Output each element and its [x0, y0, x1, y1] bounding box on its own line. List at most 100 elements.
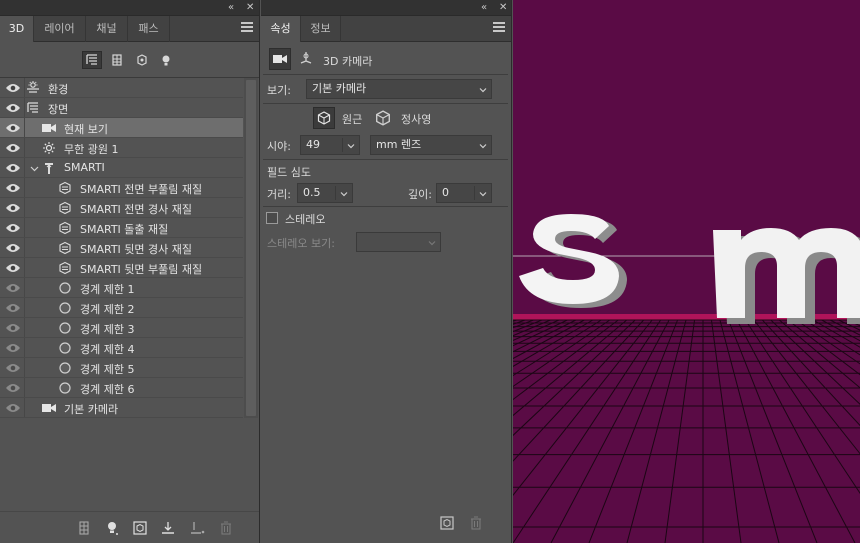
3d-scene-tree: 환경 장면현재 보기무한 광원 1 SMARTI SMARTI 전면 부풀림 재질 SM…: [0, 78, 243, 418]
tab-properties[interactable]: 속성: [261, 16, 301, 42]
scene-tree-row[interactable]: 경계 제한 2: [0, 298, 243, 318]
3d-viewport[interactable]: [513, 0, 860, 543]
scene-tree-row[interactable]: 경계 제한 4: [0, 338, 243, 358]
props-delete-button[interactable]: [468, 515, 484, 531]
scene-icon: [26, 101, 40, 115]
stereo-view-dropdown[interactable]: [356, 232, 441, 252]
visibility-eye-icon[interactable]: [5, 182, 21, 194]
visibility-eye-icon[interactable]: [5, 322, 21, 334]
scene-filter-icon: [86, 54, 97, 65]
render-scene-button[interactable]: [439, 515, 455, 531]
panel-menu-icon[interactable]: [241, 22, 253, 34]
visibility-eye-icon[interactable]: [5, 202, 21, 214]
distance-field[interactable]: 0.5: [297, 183, 353, 203]
visibility-eye-icon[interactable]: [5, 82, 21, 94]
ground-object-button[interactable]: [160, 520, 176, 536]
scene-tree-row[interactable]: SMARTI: [0, 158, 243, 178]
visibility-eye-icon[interactable]: [5, 402, 21, 414]
visibility-eye-icon[interactable]: [5, 282, 21, 294]
filter-materials-button[interactable]: [132, 51, 152, 69]
visibility-eye-icon[interactable]: [5, 122, 21, 134]
boundary-icon: [58, 321, 72, 335]
viewport-canvas: [513, 0, 860, 543]
new-mesh-button[interactable]: [190, 520, 206, 536]
close-icon[interactable]: ✕: [246, 1, 254, 15]
lens-unit-dropdown[interactable]: mm 렌즈: [370, 135, 492, 155]
filter-lights-button[interactable]: [156, 51, 176, 69]
scene-tree-row[interactable]: 경계 제한 5: [0, 358, 243, 378]
scene-tree-row[interactable]: 경계 제한 1: [0, 278, 243, 298]
fov-field[interactable]: 49: [300, 135, 360, 155]
3d-panel: « ✕ 3D 레이어 채널 패스 환경 장면 현재 보기 무한 광원 1 SMARTI S…: [0, 0, 260, 543]
visibility-eye-icon[interactable]: [5, 302, 21, 314]
tab-layers[interactable]: 레이어: [34, 16, 86, 42]
scene-tree-row[interactable]: SMARTI 전면 부풀림 재질: [0, 178, 243, 198]
visibility-eye-icon[interactable]: [5, 342, 21, 354]
scene-tree-row[interactable]: SMARTI 뒷면 경사 재질: [0, 238, 243, 258]
divider: [263, 103, 508, 104]
close-icon[interactable]: ✕: [499, 1, 507, 15]
orthographic-button[interactable]: [375, 110, 391, 129]
scene-tree-row[interactable]: 기본 카메라: [0, 398, 243, 418]
row-separator: [24, 378, 25, 397]
visibility-eye-icon[interactable]: [5, 262, 21, 274]
add-camera-view-button[interactable]: [132, 520, 148, 536]
delete-button[interactable]: [218, 520, 234, 536]
scene-tree-label: 무한 광원 1: [64, 143, 119, 156]
scene-tree-label: 경계 제한 6: [80, 383, 135, 396]
tab-paths[interactable]: 패스: [128, 16, 170, 42]
chevron-down-icon: [479, 144, 487, 149]
depth-label: 깊이:: [408, 188, 432, 201]
tab-info[interactable]: 정보: [301, 16, 341, 42]
infinite-light-icon: [42, 141, 56, 155]
expand-chevron-icon[interactable]: [30, 163, 40, 173]
row-separator: [24, 138, 25, 157]
scene-tree-row[interactable]: SMARTI 전면 경사 재질: [0, 198, 243, 218]
material-icon: [58, 261, 72, 275]
row-separator: [24, 238, 25, 257]
depth-field[interactable]: 0: [436, 183, 492, 203]
visibility-eye-icon[interactable]: [5, 362, 21, 374]
view-dropdown[interactable]: 기본 카메라: [306, 79, 492, 99]
visibility-eye-icon[interactable]: [5, 102, 21, 114]
tab-channels[interactable]: 채널: [86, 16, 128, 42]
tab-3d[interactable]: 3D: [0, 16, 34, 42]
stereo-checkbox[interactable]: [266, 212, 278, 224]
visibility-eye-icon[interactable]: [5, 142, 21, 154]
scene-tree-label: 현재 보기: [64, 123, 108, 136]
video-camera-icon: [273, 55, 287, 63]
camera-tab-button[interactable]: [269, 48, 291, 70]
filter-whole-scene-button[interactable]: [82, 51, 102, 69]
scene-tree-row[interactable]: SMARTI 뒷면 부풀림 재질: [0, 258, 243, 278]
scene-tree-row[interactable]: 환경: [0, 78, 243, 98]
perspective-button[interactable]: [313, 107, 335, 129]
view-dropdown-value: 기본 카메라: [312, 82, 367, 95]
panel-menu-icon[interactable]: [493, 22, 505, 34]
trash-icon: [471, 516, 481, 530]
visibility-eye-icon[interactable]: [5, 162, 21, 174]
scene-tree-label: SMARTI 전면 경사 재질: [80, 203, 193, 216]
scene-tree-row[interactable]: 장면: [0, 98, 243, 118]
visibility-eye-icon[interactable]: [5, 382, 21, 394]
collapse-icon[interactable]: «: [228, 1, 234, 15]
row-separator: [24, 398, 25, 417]
lens-unit-value: mm 렌즈: [376, 138, 422, 151]
scene-tree-row[interactable]: 경계 제한 3: [0, 318, 243, 338]
visibility-eye-icon[interactable]: [5, 222, 21, 234]
boundary-icon: [58, 281, 72, 295]
collapse-icon[interactable]: «: [481, 1, 487, 15]
row-separator: [24, 118, 25, 137]
mesh-options-button[interactable]: [76, 520, 92, 536]
scene-tree-row[interactable]: 경계 제한 6: [0, 378, 243, 398]
mesh-icon: [79, 521, 89, 535]
scene-tree-row[interactable]: 현재 보기: [0, 118, 243, 138]
add-light-button[interactable]: [104, 520, 120, 536]
coordinates-tab-button[interactable]: [299, 51, 313, 68]
tree-scrollbar-thumb[interactable]: [246, 80, 256, 416]
render-icon: [133, 521, 147, 535]
visibility-eye-icon[interactable]: [5, 242, 21, 254]
scene-tree-row[interactable]: SMARTI 돌출 재질: [0, 218, 243, 238]
fov-value: 49: [306, 138, 320, 151]
filter-meshes-button[interactable]: [107, 51, 127, 69]
scene-tree-row[interactable]: 무한 광원 1: [0, 138, 243, 158]
